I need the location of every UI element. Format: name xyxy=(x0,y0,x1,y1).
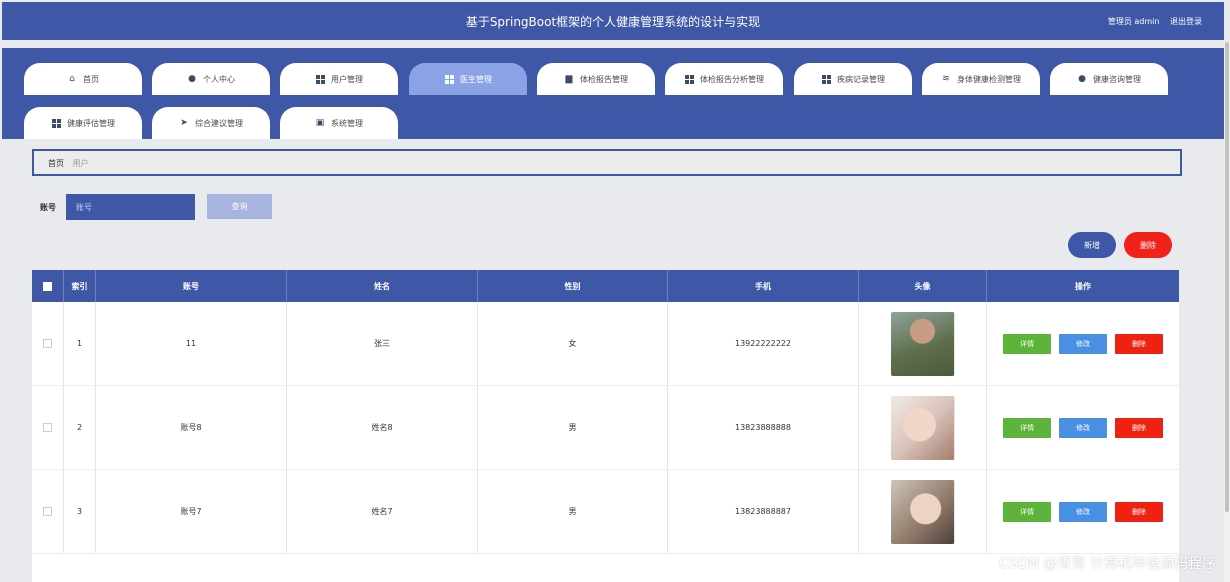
cell-gender: 女 xyxy=(478,302,668,385)
cell-actions: 详情 修改 删除 xyxy=(987,470,1179,553)
column-header-name: 姓名 xyxy=(287,270,478,302)
account-search-input[interactable] xyxy=(66,194,195,220)
user-icon: ● xyxy=(188,74,196,84)
edit-button[interactable]: 修改 xyxy=(1059,333,1107,354)
nav-item-doctors[interactable]: 医生管理 xyxy=(409,63,527,95)
cell-phone: 13922222222 xyxy=(668,302,859,385)
cell-avatar xyxy=(859,386,987,469)
avatar xyxy=(890,479,955,544)
wifi-icon: ≋ xyxy=(942,74,950,84)
cell-gender: 男 xyxy=(478,470,668,553)
page-scrollbar[interactable] xyxy=(1224,42,1230,582)
detail-button[interactable]: 详情 xyxy=(1003,417,1051,438)
grid-icon xyxy=(444,74,454,84)
cell-phone: 13823888887 xyxy=(668,470,859,553)
avatar xyxy=(890,311,955,376)
column-header-gender: 性别 xyxy=(478,270,668,302)
select-all-cell xyxy=(32,270,64,302)
logout-link[interactable]: 退出登录 xyxy=(1170,17,1202,26)
top-bar: 基于SpringBoot框架的个人健康管理系统的设计与实现 管理员 admin … xyxy=(2,2,1224,40)
user-icon: ● xyxy=(1078,74,1086,84)
user-table: 索引 账号 姓名 性别 手机 头像 操作 1 11 张三 女 139222222… xyxy=(32,270,1179,582)
cell-avatar xyxy=(859,302,987,385)
nav-menu: ⌂ 首页 ● 个人中心 用户管理 医生管理 ▆ 体检报告管理 体检报告分析管理 疾病记… xyxy=(2,40,1224,139)
nav-item-disease-records[interactable]: 疾病记录管理 xyxy=(794,63,912,95)
user-role: 管理员 admin xyxy=(1107,17,1160,26)
nav-item-home[interactable]: ⌂ 首页 xyxy=(24,63,142,95)
row-checkbox[interactable] xyxy=(43,507,52,516)
column-header-actions: 操作 xyxy=(1075,281,1091,291)
query-button[interactable]: 查询 xyxy=(207,194,272,219)
cell-index: 3 xyxy=(64,470,96,553)
app-title: 基于SpringBoot框架的个人健康管理系统的设计与实现 xyxy=(465,15,761,29)
row-select-cell xyxy=(32,470,64,553)
cell-actions: 详情 修改 删除 xyxy=(987,302,1179,385)
detail-button[interactable]: 详情 xyxy=(1003,333,1051,354)
edit-button[interactable]: 修改 xyxy=(1059,417,1107,438)
cell-avatar xyxy=(859,470,987,553)
nav-item-report-analysis[interactable]: 体检报告分析管理 xyxy=(665,63,783,95)
cell-account: 账号7 xyxy=(96,470,287,553)
delete-button[interactable]: 删除 xyxy=(1115,333,1163,354)
table-row: 1 11 张三 女 13922222222 详情 修改 删除 xyxy=(32,302,1179,386)
cell-actions: 详情 修改 删除 xyxy=(987,386,1179,469)
search-label: 账号 xyxy=(40,203,56,212)
scrollbar-thumb[interactable] xyxy=(1225,42,1229,512)
briefcase-icon: ▆ xyxy=(565,74,573,84)
nav-item-system[interactable]: ▣ 系统管理 xyxy=(280,107,398,139)
row-checkbox[interactable] xyxy=(43,339,52,348)
nav-item-profile[interactable]: ● 个人中心 xyxy=(152,63,270,95)
grid-icon xyxy=(684,74,694,84)
nav-item-assessment[interactable]: 健康评估管理 xyxy=(24,107,142,139)
breadcrumb-home[interactable]: 首页 xyxy=(48,159,64,168)
column-header-avatar: 头像 xyxy=(859,270,987,302)
grid-icon xyxy=(315,74,325,84)
breadcrumb-current: 用户 xyxy=(72,159,89,168)
watermark: CSDN @青青 计算机毕设源码程序 xyxy=(999,556,1216,572)
clipboard-icon: ▣ xyxy=(315,118,325,128)
row-checkbox[interactable] xyxy=(43,423,52,432)
nav-item-health-monitoring[interactable]: ≋ 身体健康检测管理 xyxy=(922,63,1040,95)
nav-item-consultation[interactable]: ● 健康咨询管理 xyxy=(1050,63,1168,95)
detail-button[interactable]: 详情 xyxy=(1003,501,1051,522)
cell-name: 张三 xyxy=(287,302,478,385)
edit-button[interactable]: 修改 xyxy=(1059,501,1107,522)
add-button[interactable]: 新增 xyxy=(1068,232,1116,258)
column-header-account: 账号 xyxy=(96,270,287,302)
cell-name: 姓名7 xyxy=(287,470,478,553)
delete-button[interactable]: 删除 xyxy=(1115,501,1163,522)
grid-icon xyxy=(51,118,61,128)
cell-gender: 男 xyxy=(478,386,668,469)
cell-index: 2 xyxy=(64,386,96,469)
breadcrumb: 首页 用户 xyxy=(32,149,1182,176)
row-select-cell xyxy=(32,302,64,385)
table-row: 3 账号7 姓名7 男 13823888887 详情 修改 删除 xyxy=(32,470,1179,554)
grid-icon xyxy=(821,74,831,84)
table-row: 2 账号8 姓名8 男 13823888888 详情 修改 删除 xyxy=(32,386,1179,470)
home-icon: ⌂ xyxy=(69,74,75,84)
delete-button[interactable]: 删除 xyxy=(1115,417,1163,438)
bulk-delete-button[interactable]: 删除 xyxy=(1124,232,1172,258)
avatar xyxy=(890,395,955,460)
nav-item-exam-reports[interactable]: ▆ 体检报告管理 xyxy=(537,63,655,95)
column-header-index: 索引 xyxy=(64,270,96,302)
user-info: 管理员 admin 退出登录 xyxy=(1100,16,1202,27)
cell-account: 11 xyxy=(96,302,287,385)
send-icon: ➤ xyxy=(180,118,188,128)
cell-phone: 13823888888 xyxy=(668,386,859,469)
cell-name: 姓名8 xyxy=(287,386,478,469)
table-header: 索引 账号 姓名 性别 手机 头像 操作 xyxy=(32,270,1179,302)
nav-item-users[interactable]: 用户管理 xyxy=(280,63,398,95)
column-header-phone: 手机 xyxy=(668,270,859,302)
row-select-cell xyxy=(32,386,64,469)
cell-account: 账号8 xyxy=(96,386,287,469)
cell-index: 1 xyxy=(64,302,96,385)
nav-item-advice[interactable]: ➤ 综合建议管理 xyxy=(152,107,270,139)
select-all-checkbox[interactable] xyxy=(43,281,52,291)
